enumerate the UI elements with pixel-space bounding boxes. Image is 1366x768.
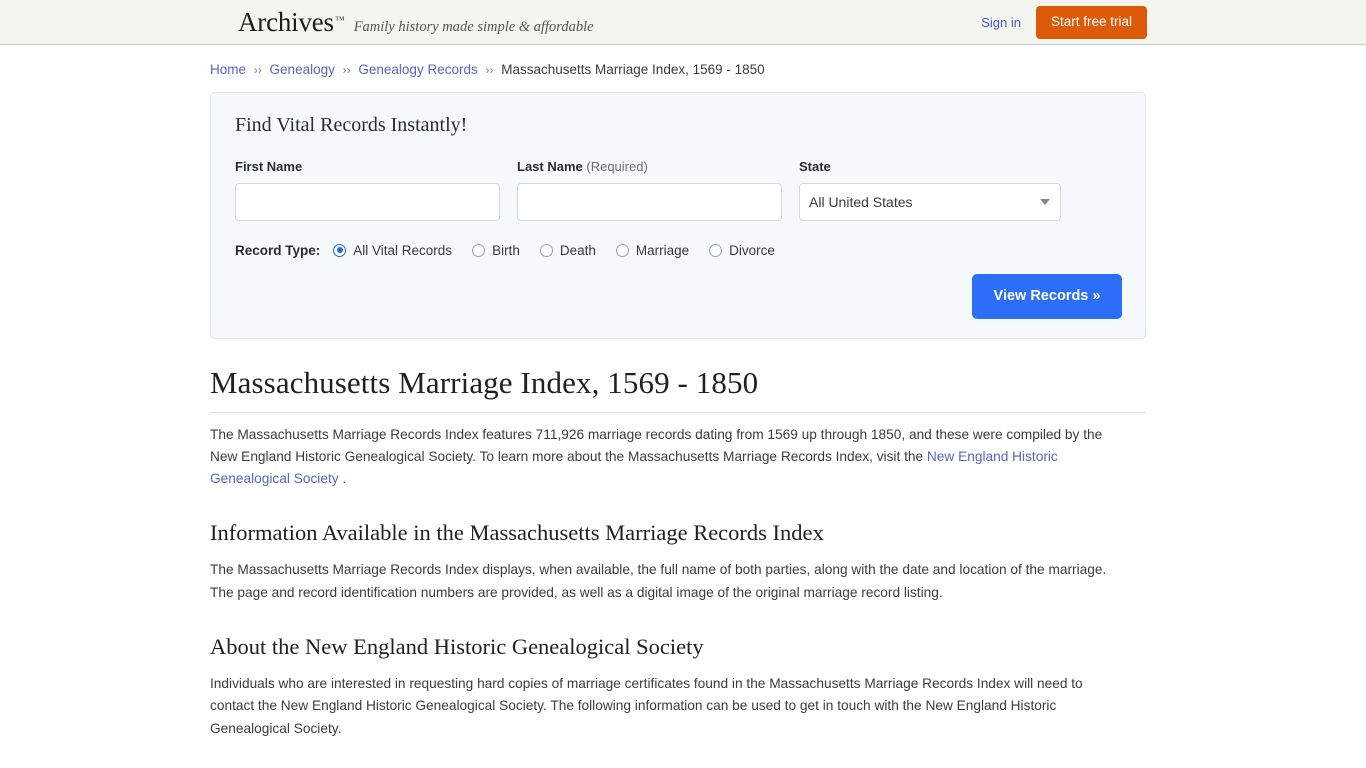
radio-icon[interactable] xyxy=(472,243,486,257)
radio-marriage[interactable]: Marriage xyxy=(615,242,690,258)
trademark-icon: ™ xyxy=(334,15,345,26)
state-select[interactable]: All United States xyxy=(799,182,1061,221)
site-logo[interactable]: Archives ™ Family history made simple & … xyxy=(238,7,594,38)
state-label: State xyxy=(799,158,831,174)
start-free-trial-button[interactable]: Start free trial xyxy=(1035,6,1147,39)
radio-label: Marriage xyxy=(635,242,690,258)
breadcrumb-item-home[interactable]: Home xyxy=(210,62,246,77)
breadcrumb: Home ›› Genealogy ›› Genealogy Records ›… xyxy=(210,45,1146,77)
section-text-about-nehgs: Individuals who are interested in reques… xyxy=(210,675,1083,736)
state-select-wrapper: All United States xyxy=(799,182,1061,221)
radio-divorce[interactable]: Divorce xyxy=(709,243,775,258)
radio-label: Divorce xyxy=(729,242,775,258)
breadcrumb-item-genealogy-records[interactable]: Genealogy Records xyxy=(358,62,477,77)
state-field-group: State All United States xyxy=(799,159,1061,221)
radio-birth[interactable]: Birth xyxy=(472,243,520,258)
last-name-required-note: (Required) xyxy=(586,158,648,174)
sign-in-link[interactable]: Sign in xyxy=(981,15,1021,30)
first-name-label: First Name xyxy=(235,158,303,174)
last-name-field-group: Last Name (Required) xyxy=(517,159,782,221)
section-title-information-available: Information Available in the Massachuset… xyxy=(210,520,824,546)
site-header: Archives ™ Family history made simple & … xyxy=(0,0,1366,45)
radio-icon[interactable] xyxy=(709,243,723,257)
radio-icon[interactable] xyxy=(539,243,553,257)
last-name-label: Last Name (Required) xyxy=(517,159,782,174)
first-name-input[interactable] xyxy=(235,182,500,221)
vital-records-search-panel: Find Vital Records Instantly! First Name… xyxy=(210,91,1146,339)
section-title-about-nehgs: About the New England Historic Genealogi… xyxy=(210,633,704,659)
radio-label: Death xyxy=(559,242,596,258)
radio-label: All Vital Records xyxy=(353,242,453,258)
intro-paragraph: The Massachusetts Marriage Records Index… xyxy=(210,424,1130,491)
state-select-value: All United States xyxy=(809,193,913,210)
radio-death[interactable]: Death xyxy=(539,242,596,258)
breadcrumb-separator: ›› xyxy=(253,63,262,77)
view-records-button[interactable]: View Records » xyxy=(972,273,1122,319)
article: Massachusetts Marriage Index, 1569 - 185… xyxy=(210,365,1146,740)
record-type-label: Record Type: xyxy=(235,242,321,258)
search-panel-title: Find Vital Records Instantly! xyxy=(235,113,468,136)
brand-name: Archives xyxy=(238,7,334,37)
breadcrumb-item-current: Massachusetts Marriage Index, 1569 - 185… xyxy=(501,62,765,77)
last-name-input[interactable] xyxy=(517,182,782,221)
breadcrumb-separator: ›› xyxy=(485,63,494,77)
record-type-row: Record Type: All Vital Records Birth Dea… xyxy=(235,243,1121,258)
search-fields-row: First Name Last Name (Required) State Al… xyxy=(235,159,1121,221)
breadcrumb-separator: ›› xyxy=(342,63,351,77)
section-text-information-available: The Massachusetts Marriage Records Index… xyxy=(210,562,1107,600)
radio-icon[interactable] xyxy=(615,243,629,257)
radio-label: Birth xyxy=(492,242,520,258)
first-name-field-group: First Name xyxy=(235,159,500,221)
breadcrumb-item-genealogy[interactable]: Genealogy xyxy=(270,62,335,77)
intro-text-part2: . xyxy=(338,471,347,487)
page-title: Massachusetts Marriage Index, 1569 - 185… xyxy=(210,365,1146,413)
last-name-label-text: Last Name xyxy=(517,158,583,174)
header-actions: Sign in Start free trial xyxy=(981,0,1147,45)
brand-tagline: Family history made simple & affordable xyxy=(353,19,594,35)
radio-icon[interactable] xyxy=(333,243,347,257)
radio-all-vital-records[interactable]: All Vital Records xyxy=(333,243,452,258)
